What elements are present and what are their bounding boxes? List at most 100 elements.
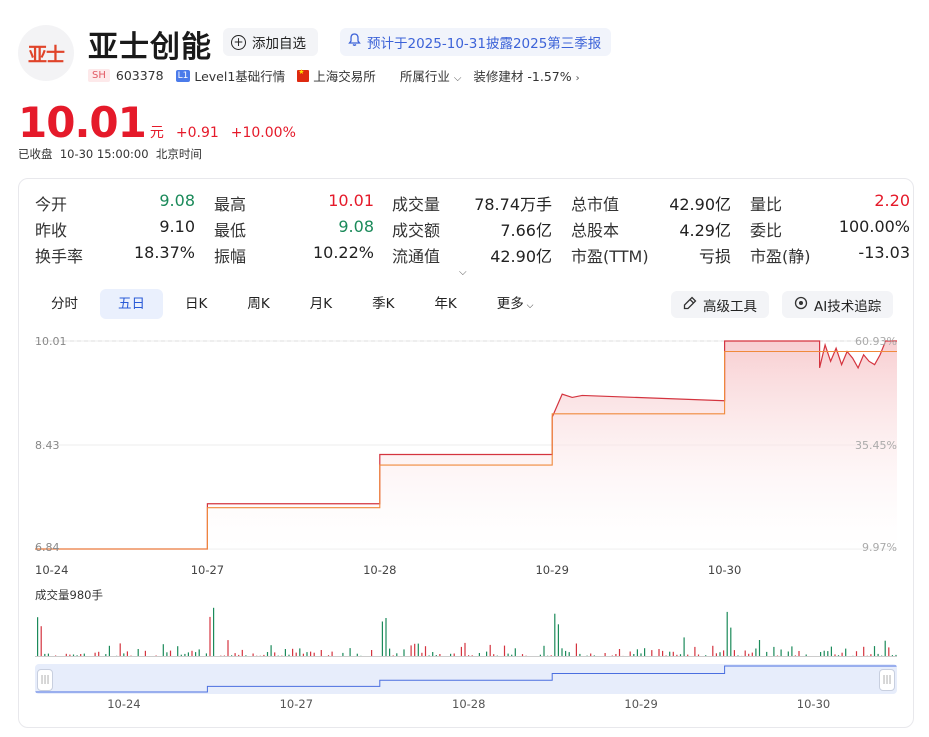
quote-item: 换手率 18.37%	[35, 243, 195, 266]
level-tag: L1	[175, 69, 191, 82]
quote-item: 今开 9.08	[35, 191, 195, 214]
volume-bar	[489, 644, 491, 657]
volume-bar	[636, 649, 638, 657]
volume-bar	[773, 646, 775, 657]
volume-bar	[873, 646, 876, 657]
industry-link[interactable]: 装修建材 -1.57% ›	[473, 66, 579, 85]
tab-2[interactable]: 日K	[167, 289, 225, 319]
quote-value: 10.22%	[312, 243, 374, 262]
volume-bar	[299, 648, 301, 657]
quote-value: 10.01	[328, 191, 374, 210]
industry-dropdown[interactable]: 所属行业 ⌵	[400, 66, 462, 85]
volume-bar	[284, 649, 286, 657]
quote-label: 委比	[750, 221, 783, 240]
navigator-line	[35, 665, 897, 693]
volume-bar	[460, 646, 462, 657]
quote-label: 今开	[35, 195, 68, 214]
volume-title: 成交量980手	[35, 588, 103, 602]
navigator-label: 10-24	[107, 697, 141, 711]
tab-1[interactable]: 五日	[100, 289, 163, 319]
tab-0[interactable]: 分时	[33, 289, 96, 319]
market-status: 已收盘 10-30 15:00:00 北京时间	[18, 147, 202, 161]
volume-bar	[389, 648, 391, 657]
volume-bar	[371, 650, 373, 657]
y-axis-label: 10.01	[35, 335, 67, 348]
volume-bar	[863, 646, 865, 657]
quote-value: 亏损	[698, 247, 731, 266]
quote-item: 成交额 7.66亿	[392, 217, 552, 240]
volume-bar	[733, 650, 735, 657]
volume-bar	[417, 643, 419, 657]
quote-label: 成交量	[392, 195, 441, 214]
quote-value: 42.90亿	[490, 247, 552, 266]
level-label[interactable]: Level1基础行情	[194, 66, 285, 85]
quote-item: 量比 2.20	[750, 191, 910, 214]
volume-bar	[618, 649, 621, 657]
volume-bar	[651, 650, 653, 657]
pct-axis-label: 9.97%	[862, 541, 897, 554]
expand-chevron-icon[interactable]: ⌵	[459, 267, 467, 278]
volume-bar	[658, 649, 660, 657]
volume-bar	[320, 650, 322, 657]
tab-7[interactable]: 更多 ⌵	[479, 289, 552, 319]
volume-bar	[40, 626, 42, 657]
navigator-label: 10-30	[796, 697, 831, 711]
quote-label: 最高	[214, 195, 247, 214]
price-chart[interactable]: 10.01 8.43 6.84 60.93% 35.45% 9.97% 10-24 10-27…	[19, 329, 915, 579]
quote-label: 成交额	[392, 221, 441, 240]
china-flag-icon	[297, 68, 310, 82]
tab-6[interactable]: 年K	[416, 289, 474, 319]
quote-value: 100.00%	[838, 217, 910, 236]
volume-bar	[162, 644, 164, 657]
range-handle-left[interactable]: |||	[37, 669, 53, 691]
volume-bar	[464, 642, 466, 657]
earnings-notice-button[interactable]: 预计于2025-10-31披露2025第三季报	[340, 28, 612, 56]
tools-icon	[683, 296, 697, 314]
quote-item: 昨收 9.10	[35, 217, 195, 240]
tab-4[interactable]: 月K	[292, 289, 350, 319]
quote-label: 昨收	[35, 221, 68, 240]
quote-label: 总股本	[571, 221, 620, 240]
quote-value: -13.03	[858, 243, 910, 262]
volume-bar	[758, 640, 761, 657]
quote-item: 成交量 78.74万手	[392, 191, 552, 214]
x-axis-label: 10-24	[35, 563, 68, 577]
x-axis-label: 10-28	[363, 563, 396, 577]
price-chart-svg: 10.01 8.43 6.84 60.93% 35.45% 9.97% 10-24 10-27…	[35, 335, 897, 577]
volume-bar	[780, 649, 782, 657]
ai-tracking-button[interactable]: AI技术追踪	[782, 291, 894, 318]
volume-bar	[414, 643, 416, 657]
advanced-tools-button[interactable]: 高级工具	[671, 291, 769, 318]
quote-value: 4.29亿	[679, 221, 731, 240]
volume-bar	[561, 648, 563, 657]
tab-3[interactable]: 周K	[229, 289, 287, 319]
volume-bar	[424, 646, 427, 657]
volume-bar	[503, 645, 506, 657]
volume-bar	[209, 616, 211, 657]
quote-value: 9.10	[159, 217, 195, 236]
range-navigator[interactable]: ||| |||	[35, 664, 897, 694]
quote-item: 振幅 10.22%	[214, 243, 374, 266]
company-logo: 亚士	[18, 25, 74, 81]
volume-bar	[755, 648, 757, 657]
quote-label: 量比	[750, 195, 783, 214]
quote-item: 流通值 42.90亿	[392, 243, 552, 266]
quote-value: 42.90亿	[669, 195, 731, 214]
quote-value: 9.08	[338, 217, 374, 236]
exchange-label: 上海交易所	[313, 69, 376, 84]
tab-5[interactable]: 季K	[354, 289, 412, 319]
volume-bar	[385, 618, 387, 657]
volume-bar	[241, 649, 243, 657]
range-handle-right[interactable]: |||	[879, 669, 895, 691]
quote-label: 市盈(TTM)	[571, 247, 649, 266]
quote-item: 委比 100.00%	[750, 217, 910, 240]
y-axis-label: 6.84	[35, 541, 60, 554]
x-axis-label: 10-30	[708, 563, 741, 577]
volume-chart	[35, 603, 897, 657]
add-watchlist-button[interactable]: + 添加自选	[223, 28, 318, 56]
quote-item: 市盈(静) -13.03	[750, 243, 910, 266]
y-axis-label: 8.43	[35, 439, 60, 452]
quote-value: 9.08	[159, 191, 195, 210]
quote-item: 市盈(TTM) 亏损	[571, 243, 731, 266]
price-change: +0.91	[175, 125, 219, 141]
